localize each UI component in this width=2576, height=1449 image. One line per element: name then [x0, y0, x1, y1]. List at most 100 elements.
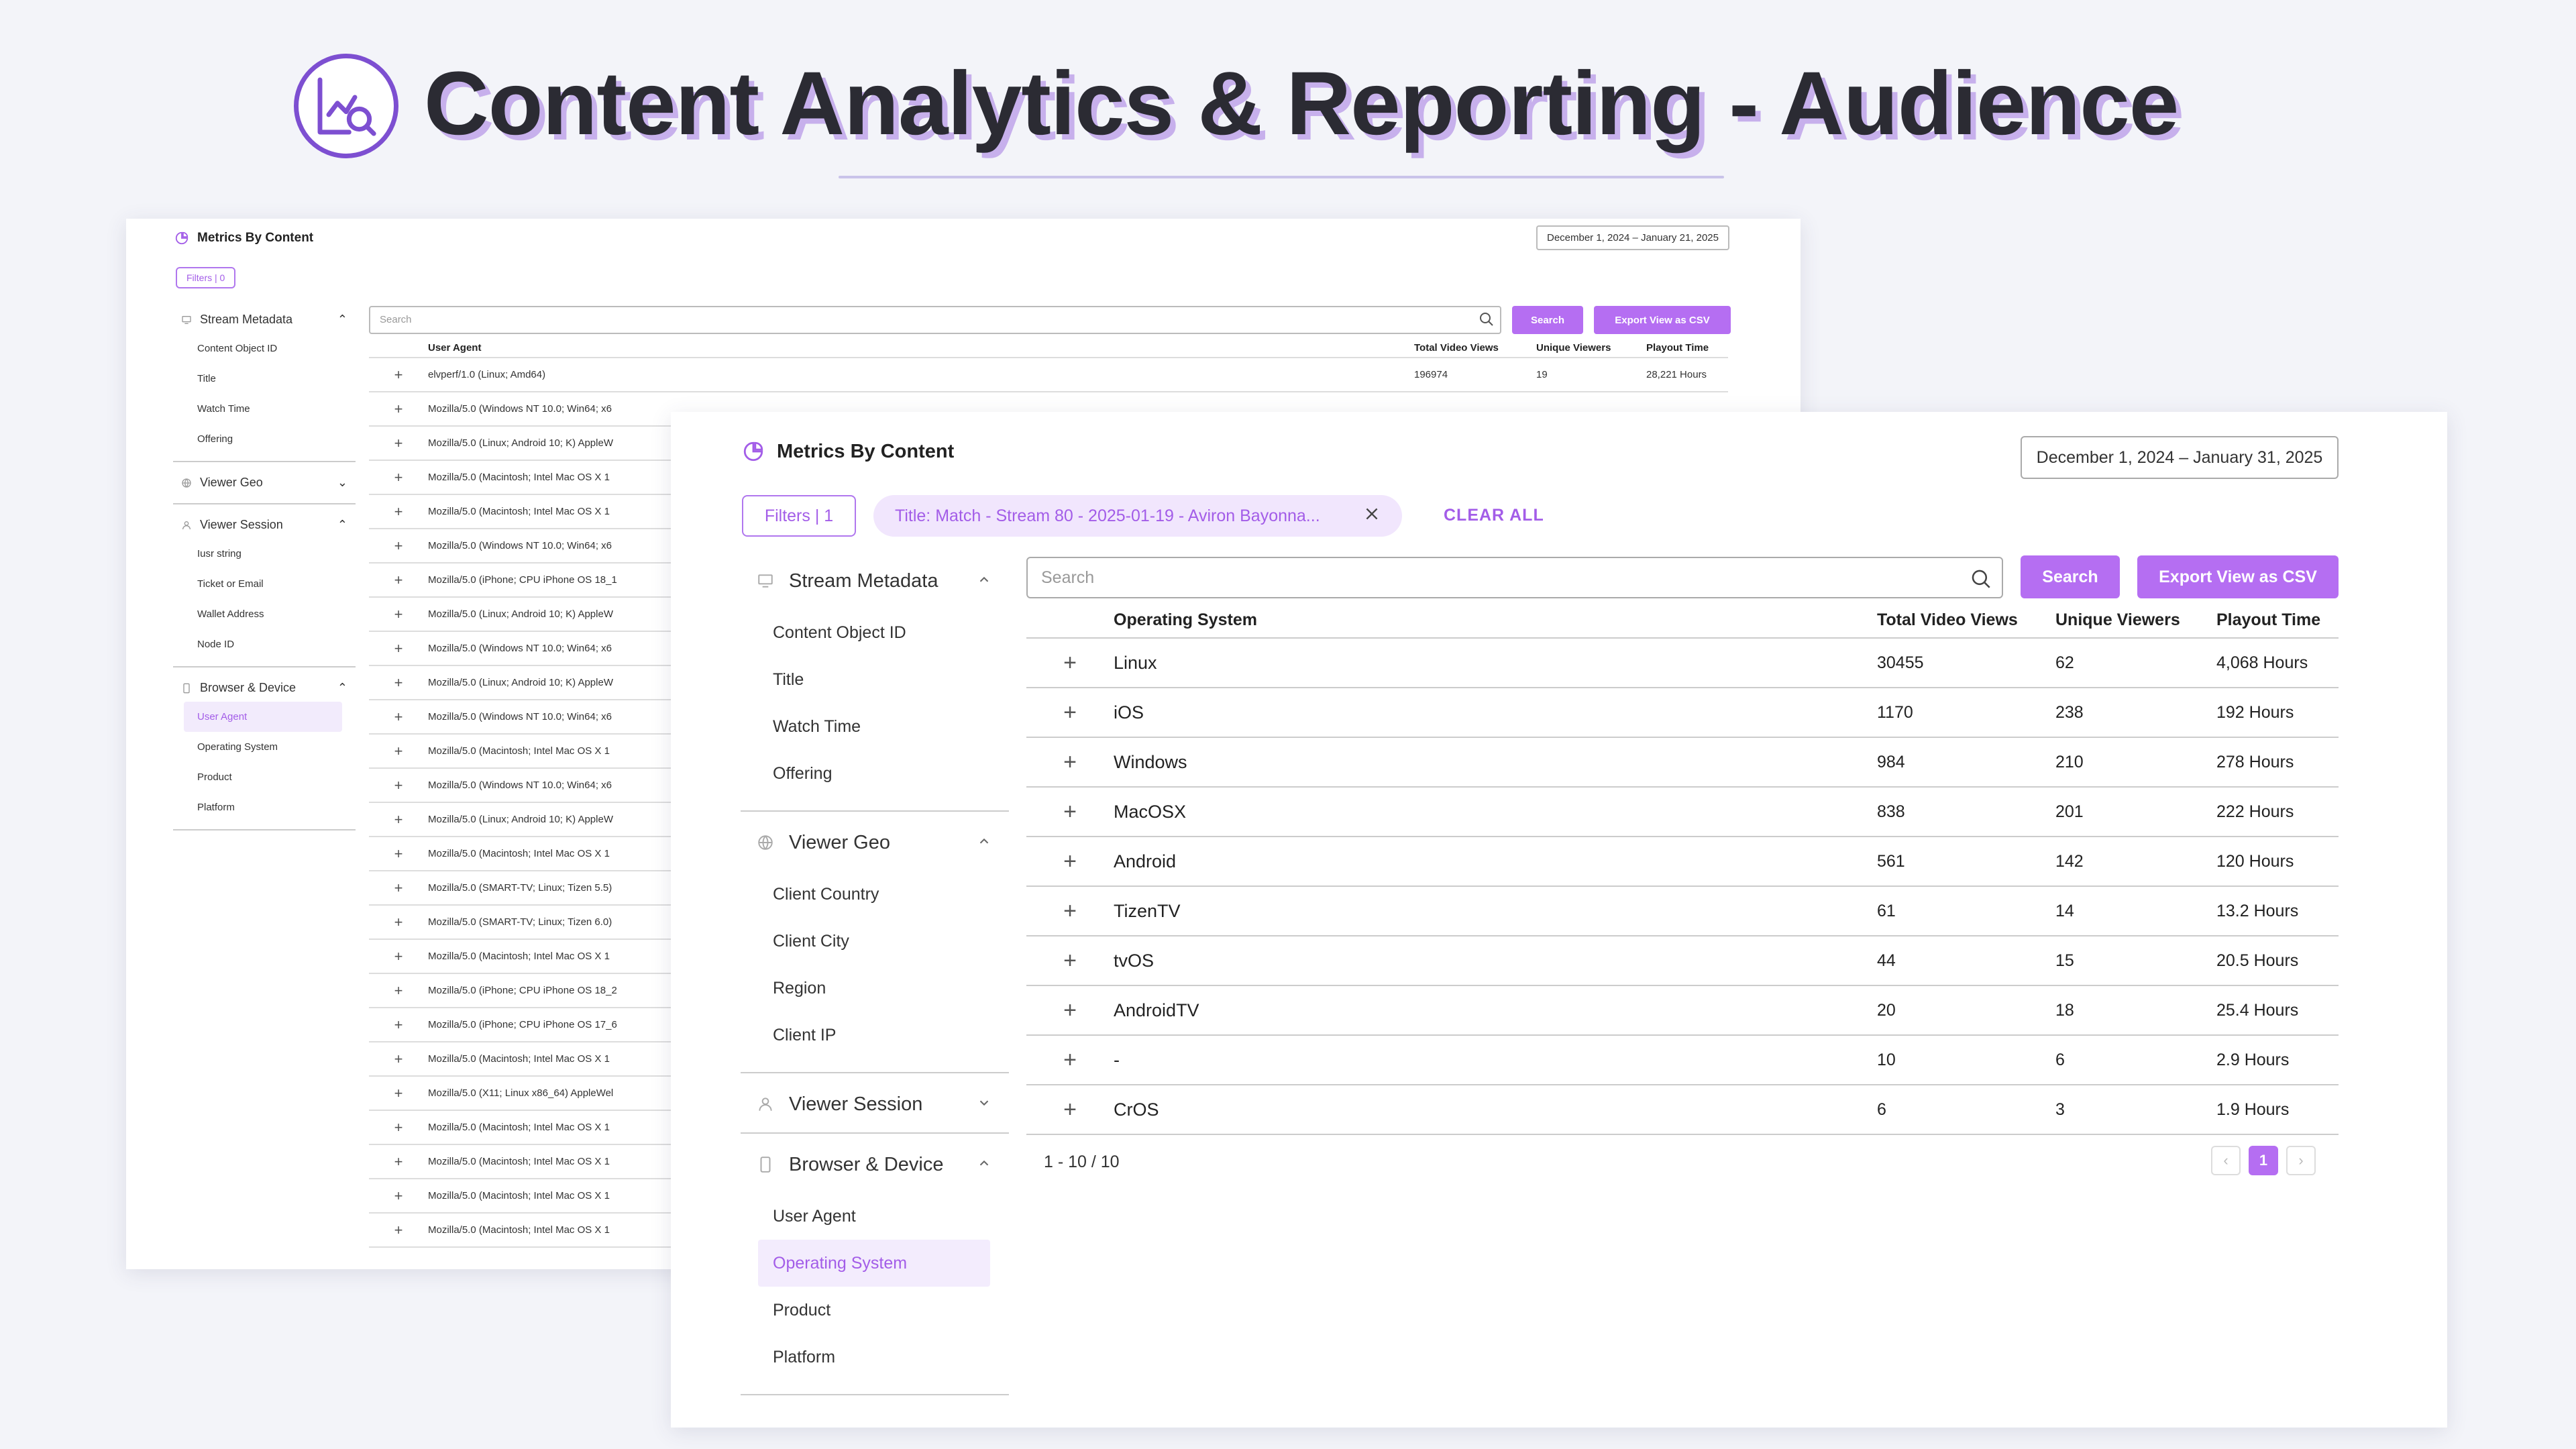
sidebar-item-operating-system[interactable]: Operating System	[173, 732, 356, 762]
sidebar-section-browser-device[interactable]: Browser & Device	[741, 1136, 1009, 1193]
sidebar-item-client-country[interactable]: Client Country	[741, 871, 1009, 918]
expand-plus-icon[interactable]: +	[369, 811, 428, 828]
sidebar-item-content-object-id[interactable]: Content Object ID	[741, 609, 1009, 656]
expand-plus-icon[interactable]: +	[1026, 898, 1114, 924]
sidebar-section-viewer-geo[interactable]: Viewer Geo ⌄	[173, 469, 356, 496]
expand-plus-icon[interactable]: +	[369, 366, 428, 384]
sidebar-item-watch-time[interactable]: Watch Time	[741, 703, 1009, 750]
sidebar-item-user-agent[interactable]: User Agent	[184, 702, 342, 732]
sidebar-section-stream-metadata[interactable]: Stream Metadata	[741, 553, 1009, 609]
sidebar-item-title[interactable]: Title	[173, 364, 356, 394]
sidebar-item-wallet-address[interactable]: Wallet Address	[173, 599, 356, 629]
clear-all-button[interactable]: CLEAR ALL	[1444, 506, 1544, 525]
sidebar-section-browser-device[interactable]: Browser & Device ⌃	[173, 674, 356, 702]
expand-plus-icon[interactable]: +	[1026, 948, 1114, 974]
expand-plus-icon[interactable]: +	[369, 1016, 428, 1034]
sidebar-section-viewer-geo[interactable]: Viewer Geo	[741, 814, 1009, 871]
column-header-unique-viewers[interactable]: Unique Viewers	[2055, 610, 2216, 630]
expand-plus-icon[interactable]: +	[1026, 799, 1114, 825]
sidebar-item-ticket-or-email[interactable]: Ticket or Email	[173, 569, 356, 599]
column-header[interactable]: Total Video Views	[1414, 342, 1536, 354]
expand-plus-icon[interactable]: +	[369, 606, 428, 623]
sidebar-section-viewer-session[interactable]: Viewer Session	[741, 1076, 1009, 1132]
sidebar-item-client-ip[interactable]: Client IP	[741, 1012, 1009, 1059]
sidebar-item-platform[interactable]: Platform	[741, 1334, 1009, 1381]
expand-plus-icon[interactable]: +	[369, 982, 428, 1000]
sidebar-section-viewer-session[interactable]: Viewer Session ⌃	[173, 511, 356, 539]
search-button[interactable]: Search	[1512, 306, 1583, 334]
table-row[interactable]: + CrOS 6 3 1.9 Hours	[1026, 1085, 2339, 1135]
expand-plus-icon[interactable]: +	[369, 1119, 428, 1136]
sidebar-item-iusr-string[interactable]: Iusr string	[173, 539, 356, 569]
search-button[interactable]: Search	[2021, 555, 2120, 598]
sidebar-item-offering[interactable]: Offering	[173, 424, 356, 454]
sidebar-item-product[interactable]: Product	[173, 762, 356, 792]
expand-plus-icon[interactable]: +	[369, 1051, 428, 1068]
sidebar-item-platform[interactable]: Platform	[173, 792, 356, 822]
prev-page-button[interactable]: ‹	[2211, 1146, 2241, 1175]
expand-plus-icon[interactable]: +	[369, 948, 428, 965]
export-csv-button[interactable]: Export View as CSV	[2137, 555, 2339, 598]
expand-plus-icon[interactable]: +	[369, 845, 428, 863]
search-input[interactable]: Search	[1026, 557, 2003, 598]
expand-plus-icon[interactable]: +	[369, 1085, 428, 1102]
sidebar-item-operating-system[interactable]: Operating System	[758, 1240, 990, 1287]
table-row[interactable]: + TizenTV 61 14 13.2 Hours	[1026, 887, 2339, 936]
sidebar-item-client-city[interactable]: Client City	[741, 918, 1009, 965]
sidebar-item-watch-time[interactable]: Watch Time	[173, 394, 356, 424]
date-range-picker[interactable]: December 1, 2024 – January 31, 2025	[2021, 436, 2339, 479]
expand-plus-icon[interactable]: +	[369, 400, 428, 418]
expand-plus-icon[interactable]: +	[1026, 849, 1114, 875]
sidebar-item-node-id[interactable]: Node ID	[173, 629, 356, 659]
table-row[interactable]: + tvOS 44 15 20.5 Hours	[1026, 936, 2339, 986]
expand-plus-icon[interactable]: +	[1026, 700, 1114, 726]
search-input[interactable]: Search	[369, 306, 1501, 334]
table-row[interactable]: + Android 561 142 120 Hours	[1026, 837, 2339, 887]
table-row[interactable]: + Linux 30455 62 4,068 Hours	[1026, 639, 2339, 688]
search-icon[interactable]	[1970, 568, 1992, 595]
expand-plus-icon[interactable]: +	[369, 708, 428, 726]
expand-plus-icon[interactable]: +	[369, 1187, 428, 1205]
filters-button[interactable]: Filters | 1	[742, 495, 856, 537]
table-row[interactable]: + MacOSX 838 201 222 Hours	[1026, 788, 2339, 837]
sidebar-item-content-object-id[interactable]: Content Object ID	[173, 333, 356, 364]
expand-plus-icon[interactable]: +	[1026, 1047, 1114, 1073]
next-page-button[interactable]: ›	[2286, 1146, 2316, 1175]
sidebar-section-stream-metadata[interactable]: Stream Metadata ⌃	[173, 306, 356, 333]
expand-plus-icon[interactable]: +	[369, 743, 428, 760]
column-header[interactable]: User Agent	[428, 342, 1414, 354]
column-header-total-video-views[interactable]: Total Video Views	[1877, 610, 2055, 630]
expand-plus-icon[interactable]: +	[369, 674, 428, 692]
close-icon[interactable]	[1363, 505, 1381, 527]
expand-plus-icon[interactable]: +	[1026, 1097, 1114, 1123]
column-header[interactable]: Unique Viewers	[1536, 342, 1646, 354]
expand-plus-icon[interactable]: +	[369, 572, 428, 589]
table-row[interactable]: + Windows 984 210 278 Hours	[1026, 738, 2339, 788]
sidebar-item-title[interactable]: Title	[741, 656, 1009, 703]
filters-button[interactable]: Filters | 0	[176, 267, 236, 288]
expand-plus-icon[interactable]: +	[369, 1222, 428, 1239]
expand-plus-icon[interactable]: +	[369, 537, 428, 555]
column-header[interactable]: Playout Time	[1646, 342, 1728, 354]
expand-plus-icon[interactable]: +	[369, 914, 428, 931]
table-row[interactable]: + iOS 1170 238 192 Hours	[1026, 688, 2339, 738]
date-range-picker[interactable]: December 1, 2024 – January 21, 2025	[1536, 225, 1729, 250]
table-row[interactable]: + - 10 6 2.9 Hours	[1026, 1036, 2339, 1085]
column-header-playout-time[interactable]: Playout Time	[2216, 610, 2339, 630]
expand-plus-icon[interactable]: +	[369, 777, 428, 794]
table-row[interactable]: + elvperf/1.0 (Linux; Amd64) 196974 19 2…	[369, 358, 1728, 392]
page-button-current[interactable]: 1	[2249, 1146, 2278, 1175]
expand-plus-icon[interactable]: +	[369, 435, 428, 452]
expand-plus-icon[interactable]: +	[369, 469, 428, 486]
expand-plus-icon[interactable]: +	[369, 1153, 428, 1171]
export-csv-button[interactable]: Export View as CSV	[1594, 306, 1731, 334]
expand-plus-icon[interactable]: +	[369, 879, 428, 897]
expand-plus-icon[interactable]: +	[1026, 650, 1114, 676]
column-header-operating-system[interactable]: Operating System	[1114, 610, 1877, 630]
expand-plus-icon[interactable]: +	[369, 503, 428, 521]
expand-plus-icon[interactable]: +	[369, 640, 428, 657]
expand-plus-icon[interactable]: +	[1026, 998, 1114, 1024]
filter-chip-title[interactable]: Title: Match - Stream 80 - 2025-01-19 - …	[873, 495, 1402, 537]
sidebar-item-offering[interactable]: Offering	[741, 750, 1009, 797]
expand-plus-icon[interactable]: +	[1026, 749, 1114, 775]
